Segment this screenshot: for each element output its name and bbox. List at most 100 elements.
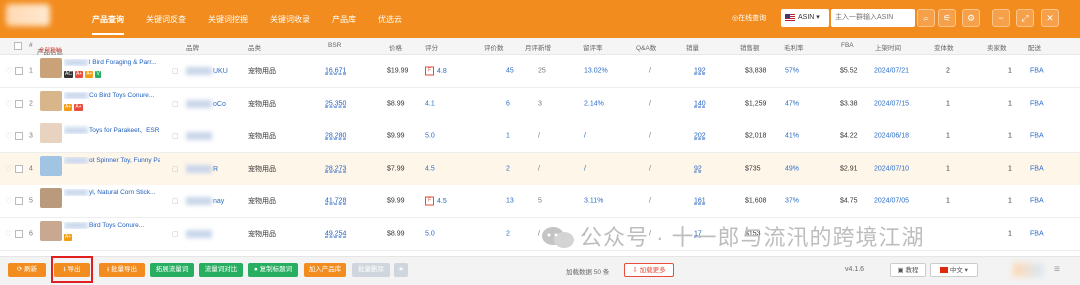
tab-product-query[interactable]: 产品查询 [92, 14, 124, 35]
menu-icon[interactable]: ≡ [1054, 264, 1060, 275]
bottom-toolbar: ⟳ 刷新 ⭳ 导出 ⭳ 批量导出 拓展流量词 流量词对比 ● 复制标题词 加入产… [0, 256, 1080, 285]
favorite-icon[interactable]: ♡ [5, 165, 12, 173]
col-rating[interactable]: 评分 [425, 42, 438, 52]
col-category[interactable]: 品类 [248, 42, 261, 52]
favorite-icon[interactable]: ♡ [5, 197, 12, 205]
bsr-cell[interactable]: 28,273 [325, 165, 346, 172]
col-sellers[interactable]: 卖家数 [987, 42, 1007, 52]
brand-cell[interactable]: R [186, 164, 218, 173]
star-button[interactable]: ★ [394, 263, 408, 277]
product-title-wrap[interactable]: l Bird Foraging & Parr... [64, 59, 160, 66]
brand-cell[interactable]: oCo [186, 99, 226, 108]
bsr-cell[interactable]: 49,254 [325, 230, 346, 237]
col-revenue[interactable]: 销售额 [740, 42, 760, 52]
col-shipping[interactable]: 配送 [1028, 42, 1041, 52]
product-title-wrap[interactable]: yl, Natural Corn Stick... [64, 189, 160, 196]
sales-cell[interactable]: 140 [694, 100, 706, 107]
copy-all-badge[interactable]: 全部复制 [39, 46, 61, 54]
row-checkbox[interactable] [15, 132, 23, 140]
tab-youxuan-cloud[interactable]: 优选云 [378, 14, 402, 25]
row-checkbox[interactable] [15, 67, 23, 75]
bsr-cell[interactable]: 16,671 [325, 68, 346, 75]
sales-cell[interactable]: 192 [694, 68, 706, 75]
online-query-link[interactable]: ◎在线查询 [732, 13, 766, 23]
product-thumbnail[interactable] [40, 58, 62, 78]
table-row[interactable]: ♡ 1 l Bird Foraging & Parr... AC A+ A+ V ▢ UKU 宠物… [0, 55, 1080, 88]
row-checkbox[interactable] [15, 164, 23, 173]
close-button[interactable]: ✕ [1041, 9, 1059, 27]
col-variants[interactable]: 变体数 [934, 42, 954, 52]
row-checkbox[interactable] [15, 229, 23, 238]
tab-keyword-mining[interactable]: 关键词挖掘 [208, 14, 248, 25]
col-brand[interactable]: 品牌 [186, 42, 199, 52]
expand-traffic-words-button[interactable]: 拓展流量词 [150, 263, 194, 277]
tab-keyword-reverse[interactable]: 关键词反查 [146, 14, 186, 25]
bsr-cell[interactable]: 25,350 [325, 100, 346, 107]
user-avatar[interactable] [1013, 263, 1043, 277]
sales-cell[interactable]: 161 [694, 198, 706, 205]
col-qa[interactable]: Q&A数 [636, 42, 656, 52]
brand-copy-icon[interactable]: ▢ [172, 67, 179, 75]
sales-cell[interactable]: 92 [694, 165, 702, 172]
brand-cell[interactable] [186, 229, 213, 238]
batch-export-button[interactable]: ⭳ 批量导出 [99, 263, 145, 277]
product-thumbnail[interactable] [40, 220, 62, 241]
brand-copy-icon[interactable]: ▢ [172, 230, 179, 238]
col-price[interactable]: 价格 [389, 42, 402, 52]
col-margin[interactable]: 毛利率 [784, 42, 804, 52]
product-title-wrap[interactable]: Bird Toys Conure... [64, 221, 160, 229]
col-listing-date[interactable]: 上架时间 [875, 42, 901, 52]
brand-cell[interactable]: nay [186, 197, 224, 205]
bsr-cell[interactable]: 41,728 [325, 198, 346, 205]
load-more-button[interactable]: ⇩ 加载更多 [624, 263, 674, 277]
table-row[interactable]: ♡ 2 Co Bird Toys Conure... A+ A+ ▢ oCo 宠物用品 25,3… [0, 87, 1080, 121]
expand-button[interactable]: ⤢ [1016, 9, 1034, 27]
brand-cell[interactable] [186, 132, 213, 140]
brand-copy-icon[interactable]: ▢ [172, 132, 179, 140]
col-sales[interactable]: 销量 [686, 42, 699, 52]
search-button[interactable]: ⌕ [917, 9, 935, 27]
batch-delete-button[interactable]: 批量删除 [352, 263, 390, 277]
copy-title-words-button[interactable]: ● 复制标题词 [248, 263, 298, 277]
asin-search-input[interactable] [831, 9, 915, 27]
favorite-icon[interactable]: ♡ [5, 132, 12, 140]
favorite-icon[interactable]: ♡ [5, 67, 12, 75]
col-bsr[interactable]: BSR [328, 42, 341, 49]
settings-button[interactable]: ⚙ [962, 9, 980, 27]
table-row[interactable]: ♡ 4 ot Spinner Toy, Funny Pa... ▢ R 宠物用品 28,27… [0, 152, 1080, 186]
tab-product-library[interactable]: 产品库 [332, 14, 356, 25]
brand-cell[interactable]: UKU [186, 67, 228, 75]
tutorial-button[interactable]: ▣ 教程 [890, 263, 926, 277]
product-thumbnail[interactable] [40, 155, 62, 176]
bsr-cell[interactable]: 28,280 [325, 133, 346, 140]
brand-copy-icon[interactable]: ▢ [172, 197, 179, 205]
brand-copy-icon[interactable]: ▢ [172, 100, 179, 108]
product-title-wrap[interactable]: Toys for Parakeet、ESRI... [64, 124, 160, 134]
sales-cell[interactable]: 202 [694, 133, 706, 140]
table-row[interactable]: ♡ 3 Toys for Parakeet、ESRI... ▢ 宠物用品 28,280 $9… [0, 120, 1080, 153]
traffic-words-compare-button[interactable]: 流量词对比 [199, 263, 243, 277]
row-checkbox[interactable] [15, 99, 23, 108]
product-thumbnail[interactable] [40, 188, 62, 208]
search-type-select[interactable]: ASIN ▾ [781, 9, 829, 27]
language-select[interactable]: 中文 ▾ [930, 263, 978, 277]
product-title-wrap[interactable]: ot Spinner Toy, Funny Pa... [64, 156, 160, 164]
filter-button[interactable]: ⚟ [938, 9, 956, 27]
favorite-icon[interactable]: ♡ [5, 230, 12, 238]
col-fba[interactable]: FBA [841, 42, 854, 49]
col-reviews[interactable]: 评价数 [484, 42, 504, 52]
brand-copy-icon[interactable]: ▢ [172, 165, 179, 173]
refresh-button[interactable]: ⟳ 刷新 [8, 263, 46, 277]
col-monthly-new[interactable]: 月评新增 [525, 42, 551, 52]
col-review-rate[interactable]: 留评率 [583, 42, 603, 52]
row-checkbox[interactable] [15, 197, 23, 205]
add-to-library-button[interactable]: 加入产品库 [304, 263, 346, 277]
product-thumbnail[interactable] [40, 90, 62, 111]
minimize-button[interactable]: − [992, 9, 1010, 27]
select-all-checkbox[interactable] [14, 42, 22, 50]
favorite-icon[interactable]: ♡ [5, 100, 12, 108]
tab-keyword-index[interactable]: 关键词收录 [270, 14, 310, 25]
product-thumbnail[interactable] [40, 123, 62, 143]
product-title-wrap[interactable]: Co Bird Toys Conure... [64, 91, 160, 99]
table-row[interactable]: ♡ 5 yl, Natural Corn Stick... ▢ nay 宠物用品 41,72… [0, 185, 1080, 218]
